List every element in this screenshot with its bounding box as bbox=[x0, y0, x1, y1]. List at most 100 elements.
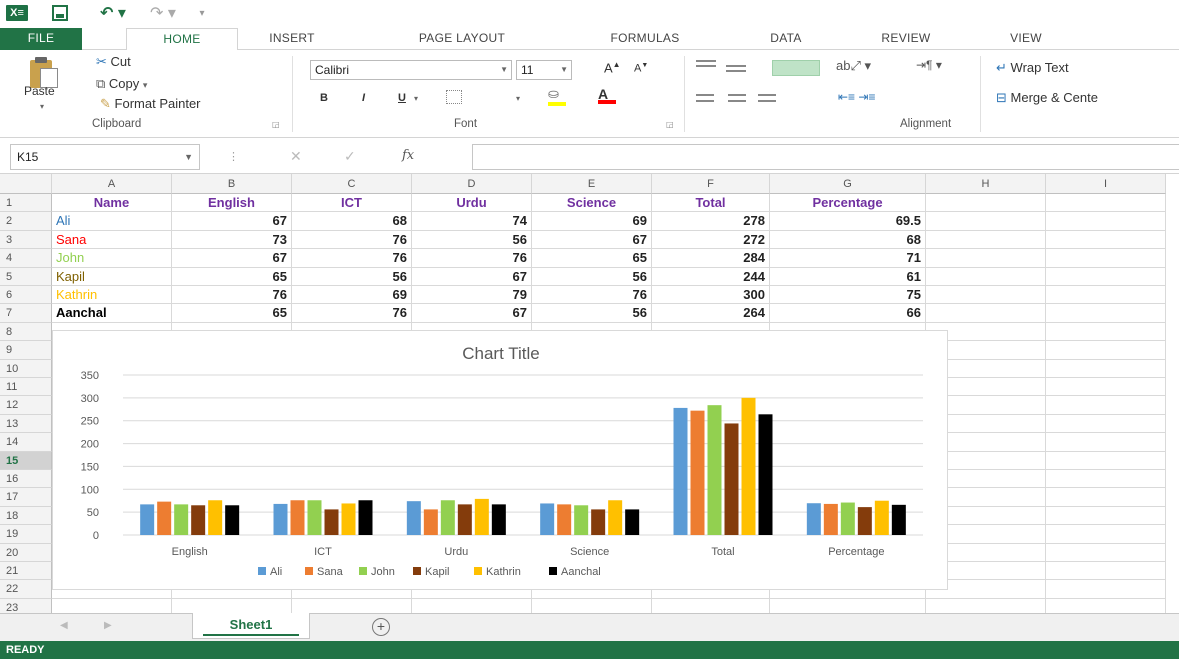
cell-d3[interactable]: 56 bbox=[412, 230, 532, 250]
cell-i9[interactable] bbox=[1046, 341, 1166, 360]
cell-i14[interactable] bbox=[1046, 433, 1166, 452]
underline-button[interactable]: U bbox=[398, 92, 406, 104]
row-header-18[interactable]: 18 bbox=[0, 506, 52, 526]
cell-f3[interactable]: 272 bbox=[652, 230, 770, 250]
paste-dropdown-icon[interactable]: ▾ bbox=[40, 102, 44, 111]
cell-b5[interactable]: 65 bbox=[172, 267, 292, 286]
save-icon[interactable] bbox=[52, 5, 68, 21]
cell-d5[interactable]: 67 bbox=[412, 267, 532, 286]
cell-e3[interactable]: 67 bbox=[532, 230, 652, 250]
borders-icon[interactable] bbox=[446, 90, 462, 104]
row-header-4[interactable]: 4 bbox=[0, 249, 52, 268]
tab-formulas[interactable]: FORMULAS bbox=[586, 28, 704, 50]
row-header-17[interactable]: 17 bbox=[0, 488, 52, 507]
cell-a2[interactable]: Ali bbox=[52, 212, 172, 231]
cell-i8[interactable] bbox=[1046, 322, 1166, 342]
format-painter-button[interactable]: ✎ Format Painter bbox=[100, 96, 201, 112]
cell-h5[interactable] bbox=[926, 267, 1046, 286]
column-header-b[interactable]: B bbox=[172, 174, 292, 194]
cell-f5[interactable]: 244 bbox=[652, 267, 770, 286]
column-header-f[interactable]: F bbox=[652, 174, 770, 194]
bold-button[interactable]: B bbox=[320, 92, 328, 104]
cell-i11[interactable] bbox=[1046, 378, 1166, 397]
row-header-3[interactable]: 3 bbox=[0, 230, 52, 250]
wrap-text-button[interactable]: ↵ Wrap Text bbox=[996, 60, 1069, 76]
fill-color-icon[interactable]: ⛀ bbox=[548, 86, 566, 106]
merge-center-button[interactable]: ⊟ Merge & Cente bbox=[996, 90, 1098, 106]
cell-i20[interactable] bbox=[1046, 543, 1166, 562]
insert-function-icon[interactable]: fx bbox=[402, 148, 414, 163]
column-header-i[interactable]: I bbox=[1046, 174, 1166, 194]
cell-i12[interactable] bbox=[1046, 396, 1166, 415]
cut-button[interactable]: ✂ Cut bbox=[96, 54, 131, 70]
scroll-right-icon[interactable]: ▶ bbox=[104, 620, 112, 631]
copy-button[interactable]: ⧉ Copy ▾ bbox=[96, 76, 147, 92]
cell-i10[interactable] bbox=[1046, 359, 1166, 378]
cell-i3[interactable] bbox=[1046, 230, 1166, 250]
cell-i18[interactable] bbox=[1046, 506, 1166, 526]
cell-g7[interactable]: 66 bbox=[770, 304, 926, 323]
chevron-down-icon[interactable]: ▾ bbox=[414, 94, 418, 103]
column-header-h[interactable]: H bbox=[926, 174, 1046, 194]
italic-button[interactable]: I bbox=[362, 92, 365, 104]
cell-h4[interactable] bbox=[926, 249, 1046, 268]
cell-f6[interactable]: 300 bbox=[652, 286, 770, 305]
row-header-11[interactable]: 11 bbox=[0, 378, 52, 397]
cell-h2[interactable] bbox=[926, 212, 1046, 231]
cell-c3[interactable]: 76 bbox=[292, 230, 412, 250]
cell-d6[interactable]: 79 bbox=[412, 286, 532, 305]
cell-i7[interactable] bbox=[1046, 304, 1166, 323]
redo-icon[interactable]: ↷ ▾ bbox=[150, 5, 186, 22]
cell-i21[interactable] bbox=[1046, 562, 1166, 581]
cell-h7[interactable] bbox=[926, 304, 1046, 323]
cell-a3[interactable]: Sana bbox=[52, 230, 172, 250]
column-header-a[interactable]: A bbox=[52, 174, 172, 194]
cell-g3[interactable]: 68 bbox=[770, 230, 926, 250]
cell-a4[interactable]: John bbox=[52, 249, 172, 268]
row-header-1[interactable]: 1 bbox=[0, 194, 52, 213]
cell-b2[interactable]: 67 bbox=[172, 212, 292, 231]
cell-e4[interactable]: 65 bbox=[532, 249, 652, 268]
text-direction-icon[interactable]: ⇥¶ ▾ bbox=[916, 58, 942, 72]
cell-g2[interactable]: 69.5 bbox=[770, 212, 926, 231]
indent-icons[interactable]: ⇤≡ ⇥≡ bbox=[838, 90, 875, 104]
cell-e7[interactable]: 56 bbox=[532, 304, 652, 323]
cell-c1[interactable]: ICT bbox=[292, 194, 412, 213]
cell-e6[interactable]: 76 bbox=[532, 286, 652, 305]
cell-g1[interactable]: Percentage bbox=[770, 194, 926, 213]
row-header-6[interactable]: 6 bbox=[0, 286, 52, 305]
tab-home[interactable]: HOME bbox=[126, 28, 238, 51]
column-header-e[interactable]: E bbox=[532, 174, 652, 194]
cell-g5[interactable]: 61 bbox=[770, 267, 926, 286]
cell-d4[interactable]: 76 bbox=[412, 249, 532, 268]
row-header-19[interactable]: 19 bbox=[0, 525, 52, 544]
row-header-12[interactable]: 12 bbox=[0, 396, 52, 415]
row-header-20[interactable]: 20 bbox=[0, 543, 52, 562]
enter-icon[interactable]: ✓ bbox=[344, 148, 356, 165]
cell-c5[interactable]: 56 bbox=[292, 267, 412, 286]
cell-i15[interactable] bbox=[1046, 451, 1166, 470]
cell-e2[interactable]: 69 bbox=[532, 212, 652, 231]
cell-i22[interactable] bbox=[1046, 580, 1166, 599]
font-color-icon[interactable]: A bbox=[598, 86, 616, 104]
row-header-8[interactable]: 8 bbox=[0, 322, 52, 342]
chart[interactable]: Chart Title 0 50 100 150 200 250 300 350 English I… bbox=[52, 330, 948, 590]
cell-i17[interactable] bbox=[1046, 488, 1166, 507]
tab-review[interactable]: REVIEW bbox=[866, 28, 946, 50]
cell-f1[interactable]: Total bbox=[652, 194, 770, 213]
tab-page-layout[interactable]: PAGE LAYOUT bbox=[386, 28, 538, 50]
add-sheet-icon[interactable]: + bbox=[372, 618, 390, 636]
horizontal-align-buttons[interactable] bbox=[696, 92, 820, 106]
cell-h6[interactable] bbox=[926, 286, 1046, 305]
scroll-left-icon[interactable]: ◀ bbox=[60, 620, 68, 631]
row-header-13[interactable]: 13 bbox=[0, 414, 52, 434]
row-header-16[interactable]: 16 bbox=[0, 470, 52, 489]
cell-c6[interactable]: 69 bbox=[292, 286, 412, 305]
column-header-g[interactable]: G bbox=[770, 174, 926, 194]
cancel-icon[interactable]: ✕ bbox=[290, 148, 302, 165]
row-header-15[interactable]: 15 bbox=[0, 451, 52, 470]
orientation-icon[interactable]: ab⤢ ▾ bbox=[836, 58, 871, 74]
tab-insert[interactable]: INSERT bbox=[262, 28, 322, 50]
cell-g4[interactable]: 71 bbox=[770, 249, 926, 268]
cell-i4[interactable] bbox=[1046, 249, 1166, 268]
